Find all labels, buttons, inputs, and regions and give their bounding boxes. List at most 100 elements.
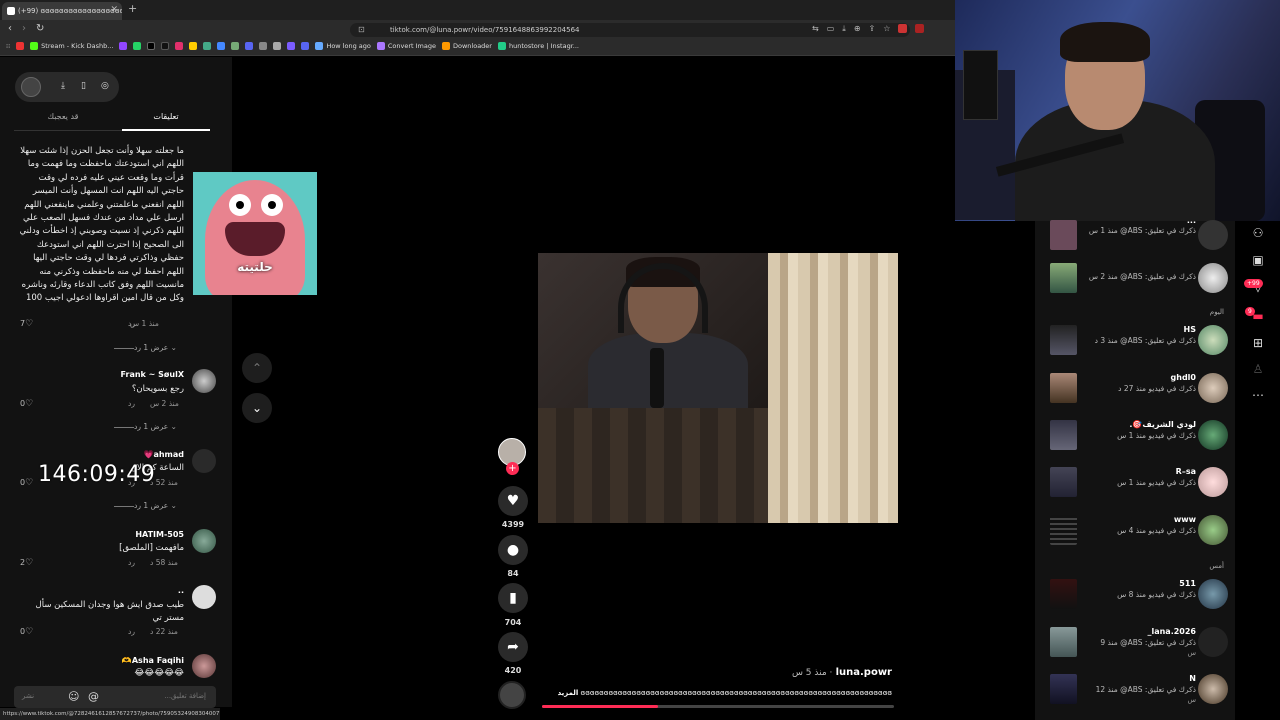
reply-link[interactable]: رد xyxy=(128,399,135,408)
x-icon[interactable] xyxy=(147,42,156,50)
cast-icon[interactable]: ▭ xyxy=(827,24,835,34)
notification-item[interactable]: ghdl0 ذكرك في فيديو منذ 27 د xyxy=(1048,371,1228,405)
bookmark-downloader[interactable]: Downloader xyxy=(442,42,492,50)
more-icon[interactable]: ⋯ xyxy=(1248,388,1268,402)
bookmark-icon[interactable] xyxy=(273,42,282,50)
live-icon[interactable]: ▣ xyxy=(1248,253,1268,267)
notification-avatar[interactable] xyxy=(1198,220,1228,250)
commenter-name[interactable]: Frank ~ SøulX xyxy=(80,370,184,379)
notification-avatar[interactable] xyxy=(1198,579,1228,609)
tab-you-may-like[interactable]: قد يعجبك xyxy=(14,112,112,121)
upload-icon[interactable]: ⊞ xyxy=(1248,336,1268,350)
notification-avatar[interactable] xyxy=(1198,627,1228,657)
extension-badge-icon[interactable] xyxy=(915,24,925,33)
discord-icon[interactable] xyxy=(245,42,254,50)
notification-item[interactable]: lana.2026_ ذكرك في تعليق: ABS@ منذ 9 س xyxy=(1048,625,1228,659)
bookmark-how-long-ago[interactable]: How long ago xyxy=(315,42,371,50)
notification-avatar[interactable] xyxy=(1198,420,1228,450)
comment-button[interactable]: ● xyxy=(498,535,528,565)
notification-avatar[interactable] xyxy=(1198,325,1228,355)
notification-avatar[interactable] xyxy=(1198,373,1228,403)
post-button[interactable]: نشر xyxy=(22,692,34,700)
commenter-avatar[interactable] xyxy=(192,654,216,678)
instagram-icon[interactable] xyxy=(175,42,184,50)
commenter-name[interactable]: ahmad💗 xyxy=(80,450,184,459)
comment-likes[interactable]: 2♡ xyxy=(20,558,33,568)
share-icon[interactable]: ⇪ xyxy=(869,24,876,34)
bookmark-huntostore[interactable]: huntostore | Instagr... xyxy=(497,42,579,50)
comment-likes[interactable]: 7♡ xyxy=(20,319,33,329)
commenter-avatar[interactable] xyxy=(192,529,216,553)
commenter-name[interactable]: HATIM-505 xyxy=(80,530,184,539)
notification-avatar[interactable] xyxy=(1198,515,1228,545)
commenter-avatar[interactable] xyxy=(192,585,216,609)
profile-icon[interactable]: ♙ xyxy=(1248,362,1268,376)
reply-link[interactable]: رد xyxy=(128,319,135,328)
comment-input[interactable]: نشر ☺ @ إضافة تعليق... xyxy=(14,686,216,708)
reload-icon[interactable]: ↻ xyxy=(36,23,44,34)
notification-item[interactable]: ذكرك في تعليق: ABS@ منذ 2 س xyxy=(1048,261,1228,295)
commenter-avatar[interactable] xyxy=(192,369,216,393)
notification-avatar[interactable] xyxy=(1198,674,1228,704)
tiktok-icon[interactable] xyxy=(161,42,170,50)
snapchat-icon[interactable] xyxy=(189,42,198,50)
notification-avatar[interactable] xyxy=(1198,263,1228,293)
star-icon[interactable]: ☆ xyxy=(883,24,890,34)
discord-icon[interactable] xyxy=(301,42,310,50)
bookmark-kick[interactable]: Stream - Kick Dashb... xyxy=(30,42,113,50)
site-info-icon[interactable]: ⊡ xyxy=(358,25,365,34)
comment-likes[interactable]: 0♡ xyxy=(20,399,33,409)
reply-link[interactable]: رد xyxy=(128,627,135,636)
view-replies[interactable]: عرض 1 رد ⌄ xyxy=(108,343,177,352)
translate-icon[interactable]: ⇆ xyxy=(812,24,819,34)
forward-icon[interactable]: › xyxy=(22,23,26,34)
emoji-icon[interactable]: ☺ xyxy=(68,690,79,703)
video-player[interactable] xyxy=(538,253,898,523)
video-progress-bar[interactable] xyxy=(542,705,894,708)
phone-icon[interactable]: ▯ xyxy=(81,81,86,91)
commenter-avatar[interactable] xyxy=(192,449,216,473)
download-icon[interactable]: ⤓ xyxy=(61,81,65,91)
bookmark-convert-image[interactable]: Convert Image xyxy=(376,42,436,50)
commenter-name[interactable]: Asha Faqihi🫶 xyxy=(80,656,184,665)
mention-icon[interactable]: @ xyxy=(88,690,99,703)
notification-item[interactable]: لودي الشريف🎯. ذكرك في فيديو منذ 1 س xyxy=(1048,418,1228,452)
comment-likes[interactable]: 0♡ xyxy=(20,627,33,637)
notification-item[interactable]: HS ذكرك في تعليق: ABS@ منذ 3 د xyxy=(1048,323,1228,357)
compass-icon[interactable]: ◎ xyxy=(101,81,109,91)
extension-icon[interactable] xyxy=(898,24,908,33)
whatsapp-icon[interactable] xyxy=(133,42,142,50)
music-disc-icon[interactable] xyxy=(498,681,526,709)
next-video-button[interactable]: ⌄ xyxy=(242,393,272,423)
view-replies[interactable]: عرض 1 رد ⌄ xyxy=(108,501,177,510)
close-tab-icon[interactable]: ✕ xyxy=(110,5,118,15)
notification-item[interactable]: R–sa ذكرك في فيديو منذ 1 س xyxy=(1048,465,1228,499)
zoom-icon[interactable]: ⊕ xyxy=(854,24,861,34)
bookmark-icon[interactable] xyxy=(16,42,25,50)
save-button[interactable]: ▮ xyxy=(498,583,528,613)
like-button[interactable]: ♥ xyxy=(498,486,528,516)
download-icon[interactable]: ⤓ xyxy=(842,24,846,34)
author-name[interactable]: luna.powr xyxy=(836,667,892,678)
browser-tab[interactable]: (+99) ɞɞɞɞɞɞɞɞɞɞɞɞɞɞɞɞɞɞ ✕ xyxy=(2,2,122,20)
share-button[interactable]: ➦ xyxy=(498,632,528,662)
notification-avatar[interactable] xyxy=(1198,467,1228,497)
author-avatar[interactable] xyxy=(21,77,41,97)
bookmark-icon[interactable] xyxy=(231,42,240,50)
bookmark-icon[interactable] xyxy=(203,42,212,50)
notification-item[interactable]: ... ذكرك في تعليق: ABS@ منذ 1 س xyxy=(1048,216,1228,252)
more-link[interactable]: المزيد xyxy=(558,689,579,697)
comment-likes[interactable]: 0♡ xyxy=(20,478,33,488)
follow-plus-icon[interactable]: + xyxy=(506,462,519,475)
view-replies[interactable]: عرض 1 رد ⌄ xyxy=(108,422,177,431)
reply-link[interactable]: رد xyxy=(128,558,135,567)
twitch-icon[interactable] xyxy=(119,42,128,50)
commenter-name[interactable]: .. xyxy=(80,586,184,595)
tab-comments[interactable]: تعليقات xyxy=(117,112,215,121)
new-tab-icon[interactable]: + xyxy=(128,2,137,15)
notification-item[interactable]: 511 ذكرك في فيديو منذ 8 س xyxy=(1048,577,1228,611)
bookmark-icon[interactable] xyxy=(259,42,268,50)
notification-item[interactable]: www ذكرك في فيديو منذ 4 س xyxy=(1048,513,1228,547)
apps-icon[interactable]: ⁝⁝ xyxy=(6,42,10,50)
notification-item[interactable]: N ذكرك في تعليق: ABS@ منذ 12 س xyxy=(1048,672,1228,706)
